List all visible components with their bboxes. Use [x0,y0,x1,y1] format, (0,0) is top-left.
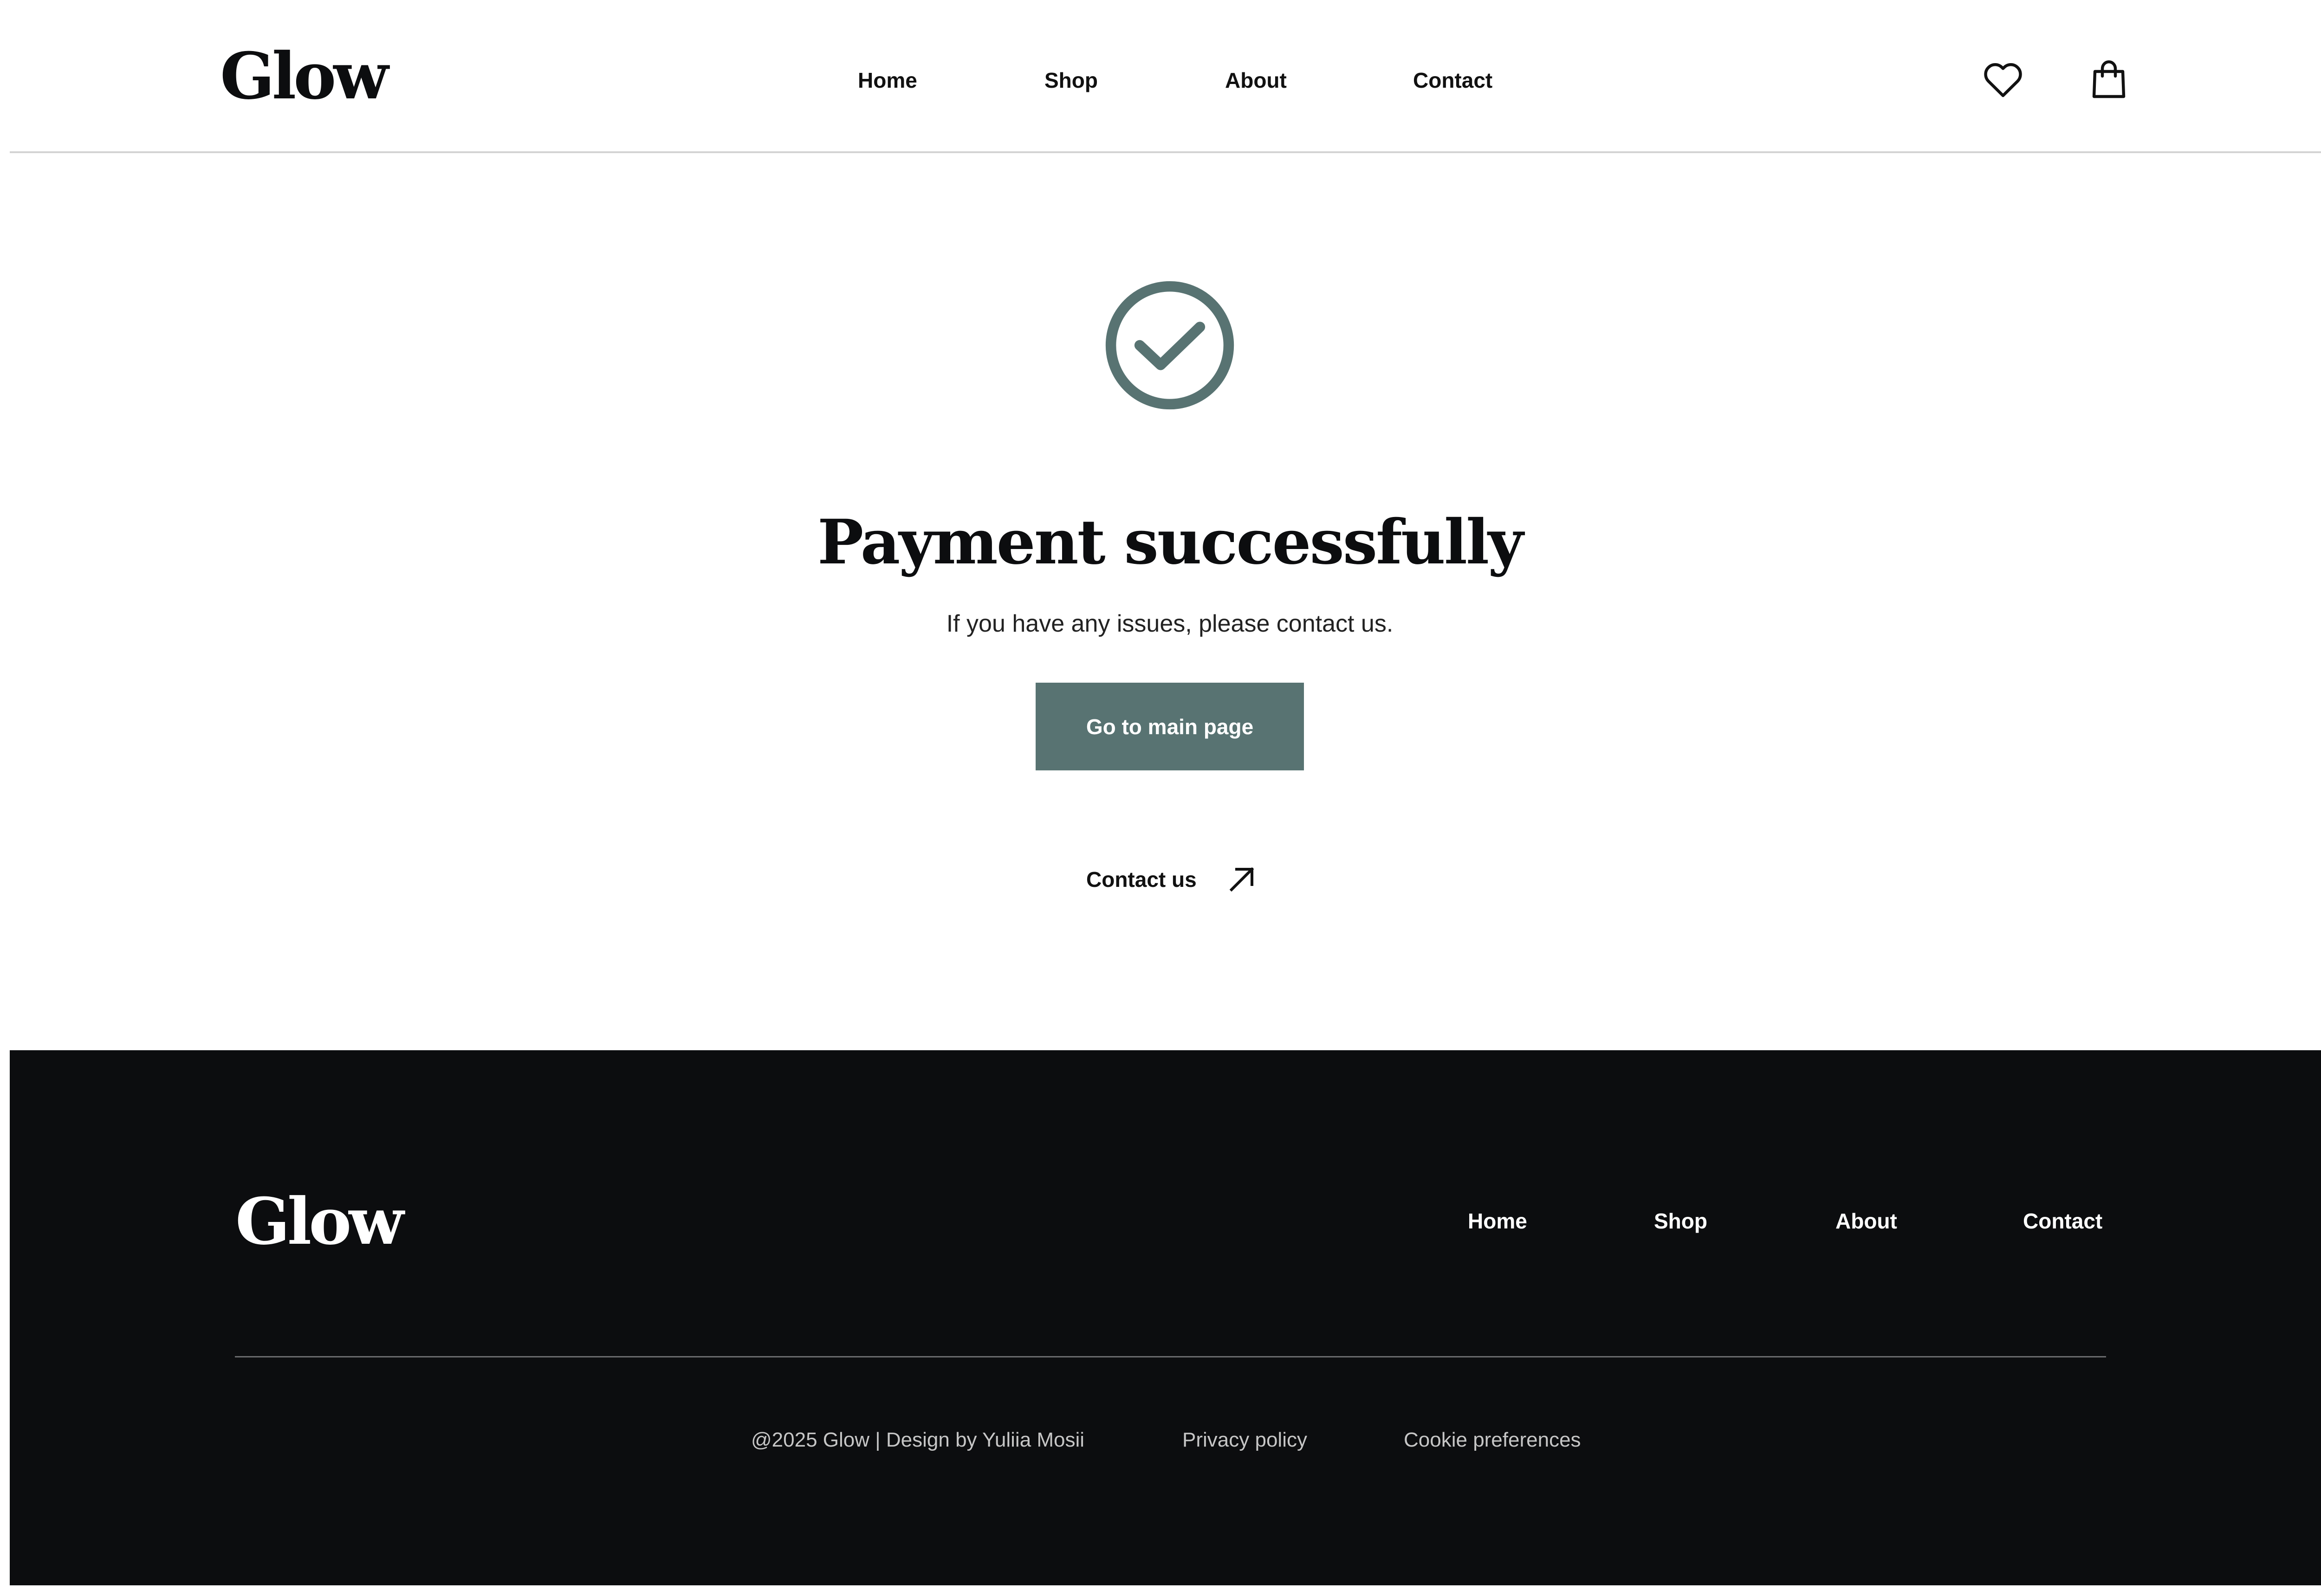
site-footer: Glow Home Shop About Contact @2025 Glow … [10,1050,2321,1585]
arrow-up-right-icon [1229,867,1254,892]
site-header: Glow Home Shop About Contact [10,0,2321,153]
copyright-text: @2025 Glow | Design by Yuliia Mosii [751,1428,1085,1451]
heart-icon[interactable] [1981,58,2025,102]
header-logo[interactable]: Glow [220,44,389,108]
footer-nav-home[interactable]: Home [1468,1210,1527,1232]
header-nav-shop[interactable]: Shop [1044,70,1098,91]
contact-us-link[interactable]: Contact us [1086,861,1257,898]
footer-divider [235,1356,2106,1357]
header-nav-contact[interactable]: Contact [1413,70,1492,91]
check-circle-icon [1105,281,1234,410]
footer-logo[interactable]: Glow [235,1189,404,1254]
header-nav-home[interactable]: Home [858,70,917,91]
privacy-policy-link[interactable]: Privacy policy [1182,1430,1307,1450]
go-to-main-page-button[interactable]: Go to main page [1036,683,1304,770]
go-to-main-page-label: Go to main page [1086,714,1254,739]
footer-nav-contact[interactable]: Contact [2023,1210,2102,1232]
shopping-bag-icon[interactable] [2087,57,2131,101]
page-subtitle: If you have any issues, please contact u… [946,610,1394,637]
cookie-preferences-link[interactable]: Cookie preferences [1404,1430,1581,1450]
page: Glow Home Shop About Contact Payment suc… [0,0,2321,1596]
footer-nav-shop[interactable]: Shop [1654,1210,1707,1232]
page-title: Payment successfully [817,506,1524,579]
footer-nav-about[interactable]: About [1835,1210,1897,1232]
header-nav-about[interactable]: About [1225,70,1287,91]
contact-us-label: Contact us [1086,867,1197,892]
